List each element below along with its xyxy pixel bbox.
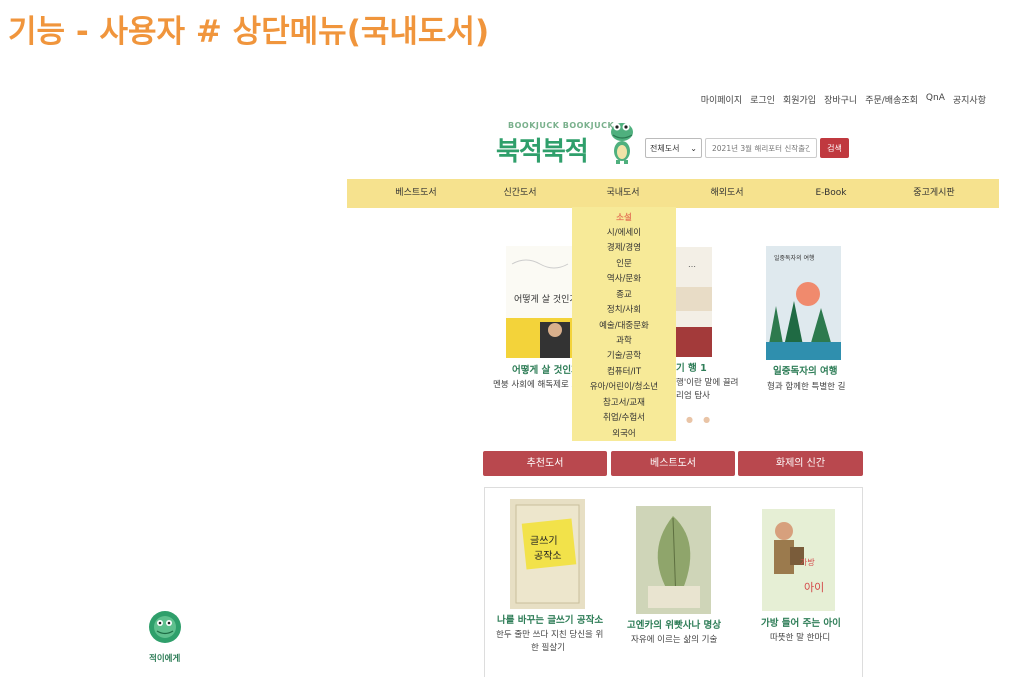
rec-title-1[interactable]: 나를 바꾸는 글쓰기 공작소 — [497, 612, 603, 626]
search-button[interactable]: 검색 — [820, 138, 849, 158]
chevron-down-icon: ⌄ — [690, 143, 697, 153]
domestic-books-dropdown: 소설 시/에세이 경제/경영 인문 역사/문화 종교 정치/사회 예술/대중문화… — [572, 207, 676, 441]
top-nav-qna[interactable]: QnA — [926, 93, 945, 106]
top-nav: 마이페이지 로그인 회원가입 장바구니 주문/배송조회 QnA 공지사항 — [701, 93, 986, 106]
rec-cover-2[interactable] — [636, 506, 711, 614]
svg-text:…: … — [688, 260, 696, 269]
dropdown-item-politics[interactable]: 정치/사회 — [572, 303, 676, 315]
main-nav-ebook[interactable]: E-Book — [815, 179, 846, 208]
logo-title: 북적북적 — [496, 137, 589, 167]
svg-text:아이: 아이 — [804, 581, 824, 594]
svg-text:공작소: 공작소 — [534, 550, 562, 562]
dropdown-item-reference[interactable]: 참고서/교재 — [572, 396, 676, 408]
crocodile-mascot-icon — [611, 123, 633, 164]
dropdown-item-foreign-language[interactable]: 외국어 — [572, 427, 676, 439]
rec-desc-1b: 한 필살기 — [531, 643, 565, 653]
rec-title-3[interactable]: 가방 들어 주는 아이 — [761, 615, 841, 629]
dropdown-item-science[interactable]: 과학 — [572, 334, 676, 346]
top-nav-login[interactable]: 로그인 — [750, 93, 775, 106]
svg-text:글쓰기: 글쓰기 — [530, 535, 558, 547]
book-cover-3[interactable]: 일중독자의 여행 — [766, 246, 841, 360]
rec-desc-2: 자유에 이르는 삶의 기술 — [631, 635, 718, 645]
dropdown-item-economy[interactable]: 경제/경영 — [572, 241, 676, 253]
dropdown-item-engineering[interactable]: 기술/공학 — [572, 349, 676, 361]
book-title-3[interactable]: 일중독자의 여행 — [773, 363, 838, 377]
logo-subtitle: BOOKJUCK BOOKJUCK — [508, 121, 615, 130]
rec-desc-1a: 한두 줄만 쓰다 지친 당신을 위 — [496, 630, 604, 640]
slide-title: 기능 - 사용자 # 상단메뉴(국내도서) — [8, 14, 490, 50]
book-title-2[interactable]: 기 행 1 — [676, 360, 707, 374]
tab-recommended[interactable]: 추천도서 — [483, 451, 607, 476]
dropdown-item-exam[interactable]: 취업/수험서 — [572, 411, 676, 423]
book-desc-2a: 행'이란 말에 끌려 — [676, 378, 739, 388]
main-nav-new[interactable]: 신간도서 — [503, 179, 536, 208]
dropdown-item-humanities[interactable]: 인문 — [572, 257, 676, 269]
dropdown-item-children[interactable]: 유아/어린이/청소년 — [572, 380, 676, 392]
svg-text:가방: 가방 — [800, 557, 815, 567]
side-mascot-label: 적이에게 — [149, 654, 181, 664]
dropdown-item-arts[interactable]: 예술/대중문화 — [572, 319, 676, 331]
top-nav-orders[interactable]: 주문/배송조회 — [865, 93, 918, 106]
dropdown-item-poetry-essay[interactable]: 시/에세이 — [572, 226, 676, 238]
top-nav-signup[interactable]: 회원가입 — [783, 93, 816, 106]
top-nav-mypage[interactable]: 마이페이지 — [701, 93, 742, 106]
carousel-dots[interactable]: ● ● — [686, 415, 710, 424]
dropdown-item-history[interactable]: 역사/문화 — [572, 272, 676, 284]
dropdown-item-novel[interactable]: 소설 — [572, 211, 676, 223]
tab-hot-new[interactable]: 화제의 신간 — [738, 451, 863, 476]
main-nav-domestic[interactable]: 국내도서 — [606, 179, 639, 208]
main-nav-used-board[interactable]: 중고게시판 — [913, 179, 954, 208]
main-nav-foreign[interactable]: 해외도서 — [710, 179, 743, 208]
svg-text:어떻게 살 것인가: 어떻게 살 것인가 — [514, 294, 574, 305]
rec-cover-3[interactable]: 가방 아이 — [762, 509, 835, 611]
book-cover-1[interactable]: 어떻게 살 것인가 — [506, 246, 574, 358]
book-tabs: 추천도서 베스트도서 화제의 신간 — [483, 451, 863, 476]
book-desc-3: 형과 함께한 특별한 길 — [767, 382, 846, 392]
main-nav-bestseller[interactable]: 베스트도서 — [395, 179, 436, 208]
rec-cover-1[interactable]: 글쓰기 공작소 — [510, 499, 585, 609]
book-title-1[interactable]: 어떻게 살 것인가 — [512, 362, 580, 376]
book-desc-2b: 리엄 탐사 — [676, 391, 710, 401]
search-category-select[interactable]: 전체도서 ⌄ — [645, 138, 702, 158]
tab-bestseller[interactable]: 베스트도서 — [611, 451, 735, 476]
svg-text:일중독자의 여행: 일중독자의 여행 — [774, 254, 815, 262]
search-input[interactable] — [705, 138, 817, 158]
top-nav-notice[interactable]: 공지사항 — [953, 93, 986, 106]
site-logo[interactable]: BOOKJUCK BOOKJUCK 북적북적 — [494, 119, 642, 167]
dropdown-item-religion[interactable]: 종교 — [572, 288, 676, 300]
dropdown-item-computer[interactable]: 컴퓨터/IT — [572, 365, 676, 377]
main-nav: 베스트도서 신간도서 국내도서 해외도서 E-Book 중고게시판 — [347, 179, 999, 208]
rec-desc-3: 따뜻한 말 한마디 — [770, 633, 831, 643]
book-desc-1: 멘붕 사회에 해독제로 쓰 — [493, 380, 580, 390]
top-nav-cart[interactable]: 장바구니 — [824, 93, 857, 106]
rec-title-2[interactable]: 고엔카의 위빳사나 명상 — [627, 617, 721, 631]
side-mascot-icon[interactable] — [143, 603, 188, 653]
